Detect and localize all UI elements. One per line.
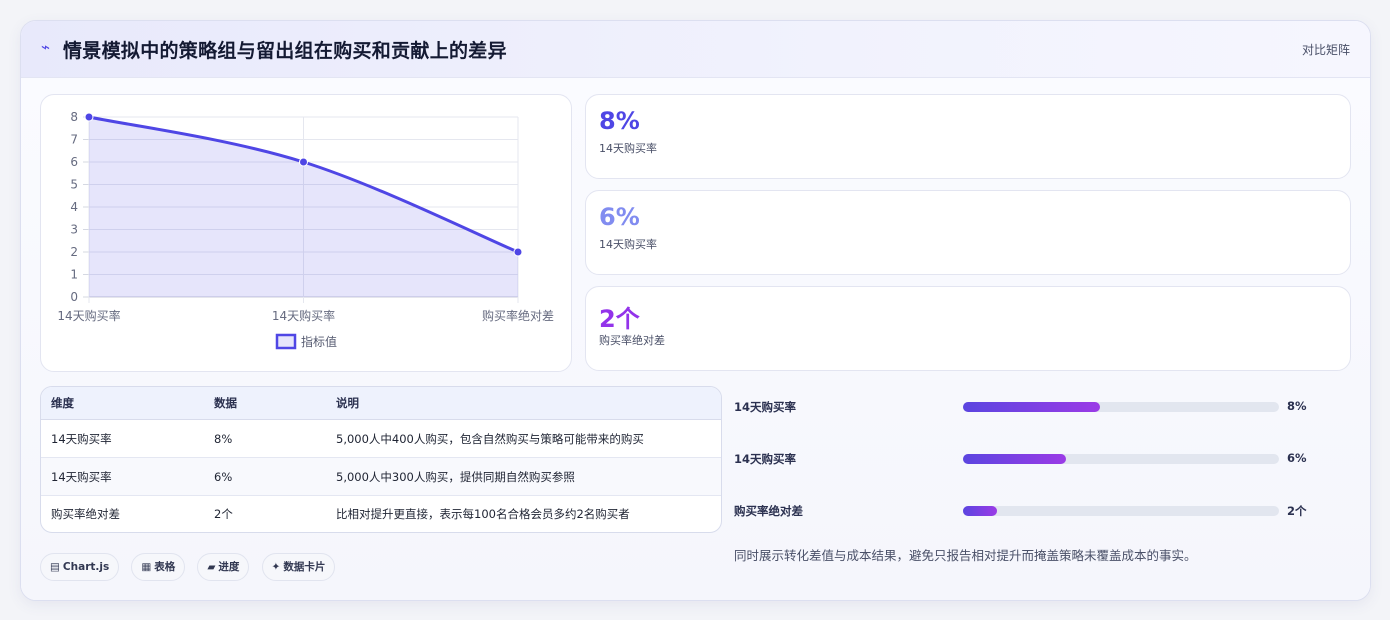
progress-track xyxy=(963,454,1279,464)
y-tick-label: 5 xyxy=(70,178,78,192)
stat-label: 14天购买率 xyxy=(599,238,657,251)
area-chart: 0 1 2 3 4 5 6 7 8 14天购买率 14天购买率 购买率绝对差指标值 xyxy=(40,94,572,372)
progress-value: 2个 xyxy=(1287,504,1307,518)
chip-data-card[interactable]: ✦ 数据卡片 xyxy=(261,553,336,581)
progress-fill xyxy=(963,454,1067,464)
card-header: ⌁ 情景模拟中的策略组与留出组在购买和贡献上的差异 对比矩阵 xyxy=(21,21,1370,78)
table-cell: 5,000人中300人购买，提供同期自然购买参照 xyxy=(336,469,575,484)
data-point xyxy=(299,157,308,167)
stat-card: 6% 14天购买率 xyxy=(585,190,1351,275)
legend-swatch xyxy=(275,333,297,350)
card-title: 情景模拟中的策略组与留出组在购买和贡献上的差异 xyxy=(63,40,507,62)
stat-label: 14天购买率 xyxy=(599,142,657,155)
progress-track xyxy=(963,402,1279,412)
x-tick-label: 购买率绝对差 xyxy=(482,308,554,323)
y-tick-label: 8 xyxy=(70,110,78,124)
column-header: 维度 xyxy=(51,396,74,410)
progress-value: 8% xyxy=(1287,399,1307,413)
chip-chartjs[interactable]: ▤ Chart.js xyxy=(40,553,120,581)
table-cell: 14天购买率 xyxy=(51,469,112,484)
progress-label: 14天购买率 xyxy=(734,400,797,414)
y-tick-label: 6 xyxy=(70,155,78,169)
table-row: 14天购买率 6% 5,000人中300人购买，提供同期自然购买参照 xyxy=(41,458,721,496)
data-table: 维度 数据 说明 14天购买率 8% 5,000人中400人购买，包含自然购买与… xyxy=(40,386,722,533)
table-row: 购买率绝对差 2个 比相对提升更直接，表示每100名合格会员多约2名购买者 xyxy=(41,495,721,532)
data-point xyxy=(513,247,523,257)
y-tick-label: 4 xyxy=(70,200,78,214)
tech-chips: ▤ Chart.js ▦ 表格 ▰ 进度 ✦ 数据卡片 xyxy=(40,553,342,581)
stat-value: 6% xyxy=(599,203,640,231)
table-cell: 比相对提升更直接，表示每100名合格会员多约2名购买者 xyxy=(336,506,630,521)
progress-value: 6% xyxy=(1287,451,1307,465)
table-cell: 5,000人中400人购买，包含自然购买与策略可能带来的购买 xyxy=(336,431,644,446)
chip-progress[interactable]: ▰ 进度 xyxy=(197,553,250,581)
chart-line-icon: ⌁ xyxy=(41,38,51,56)
chip-label: 数据卡片 xyxy=(283,561,326,573)
y-tick-label: 0 xyxy=(70,290,78,304)
stat-card: 2个 购买率绝对差 xyxy=(585,286,1351,371)
y-tick-label: 1 xyxy=(70,268,78,282)
sparkle-icon: ✦ xyxy=(271,561,281,573)
stat-value: 8% xyxy=(599,107,640,135)
progress-label: 购买率绝对差 xyxy=(734,504,803,518)
column-header: 数据 xyxy=(214,396,237,410)
footnote: 同时展示转化差值与成本结果，避免只报告相对提升而掩盖策略未覆盖成本的事实。 xyxy=(734,548,1197,563)
table-cell: 2个 xyxy=(214,506,233,521)
x-tick-label: 14天购买率 xyxy=(57,308,120,323)
table-cell: 14天购买率 xyxy=(51,431,112,446)
chart-icon: ▤ xyxy=(50,561,60,573)
chip-label: Chart.js xyxy=(62,561,110,573)
table-cell: 购买率绝对差 xyxy=(51,506,120,521)
chip-table[interactable]: ▦ 表格 xyxy=(131,553,186,581)
stat-card: 8% 14天购买率 xyxy=(585,94,1351,179)
table-header-row: 维度 数据 说明 xyxy=(41,387,721,420)
table-icon: ▦ xyxy=(141,561,152,573)
progress-row: 14天购买率 8% xyxy=(734,397,1354,417)
table-cell: 8% xyxy=(214,431,233,446)
y-tick-label: 3 xyxy=(70,223,78,237)
progress-fill xyxy=(963,402,1101,412)
x-tick-label: 14天购买率 xyxy=(272,308,335,323)
chip-label: 进度 xyxy=(218,561,240,573)
progress-fill xyxy=(963,506,998,516)
stat-label: 购买率绝对差 xyxy=(599,334,665,347)
table-cell: 6% xyxy=(214,469,233,484)
stat-value: 2个 xyxy=(599,305,640,333)
progress-track xyxy=(963,506,1279,516)
y-tick-label: 2 xyxy=(70,245,78,259)
y-tick-label: 7 xyxy=(70,133,78,147)
table-row: 14天购买率 8% 5,000人中400人购买，包含自然购买与策略可能带来的购买 xyxy=(41,420,721,458)
progress-row: 购买率绝对差 2个 xyxy=(734,501,1354,521)
legend-label: 指标值 xyxy=(301,334,337,349)
card-tag: 对比矩阵 xyxy=(1301,43,1350,57)
progress-label: 14天购买率 xyxy=(734,452,797,466)
chip-label: 表格 xyxy=(154,561,176,573)
progress-icon: ▰ xyxy=(207,561,216,573)
data-point xyxy=(84,112,94,122)
progress-row: 14天购买率 6% xyxy=(734,449,1354,469)
column-header: 说明 xyxy=(336,396,359,410)
comparison-card: ⌁ 情景模拟中的策略组与留出组在购买和贡献上的差异 对比矩阵 0 1 2 3 4 5 6 7 8… xyxy=(20,20,1371,601)
